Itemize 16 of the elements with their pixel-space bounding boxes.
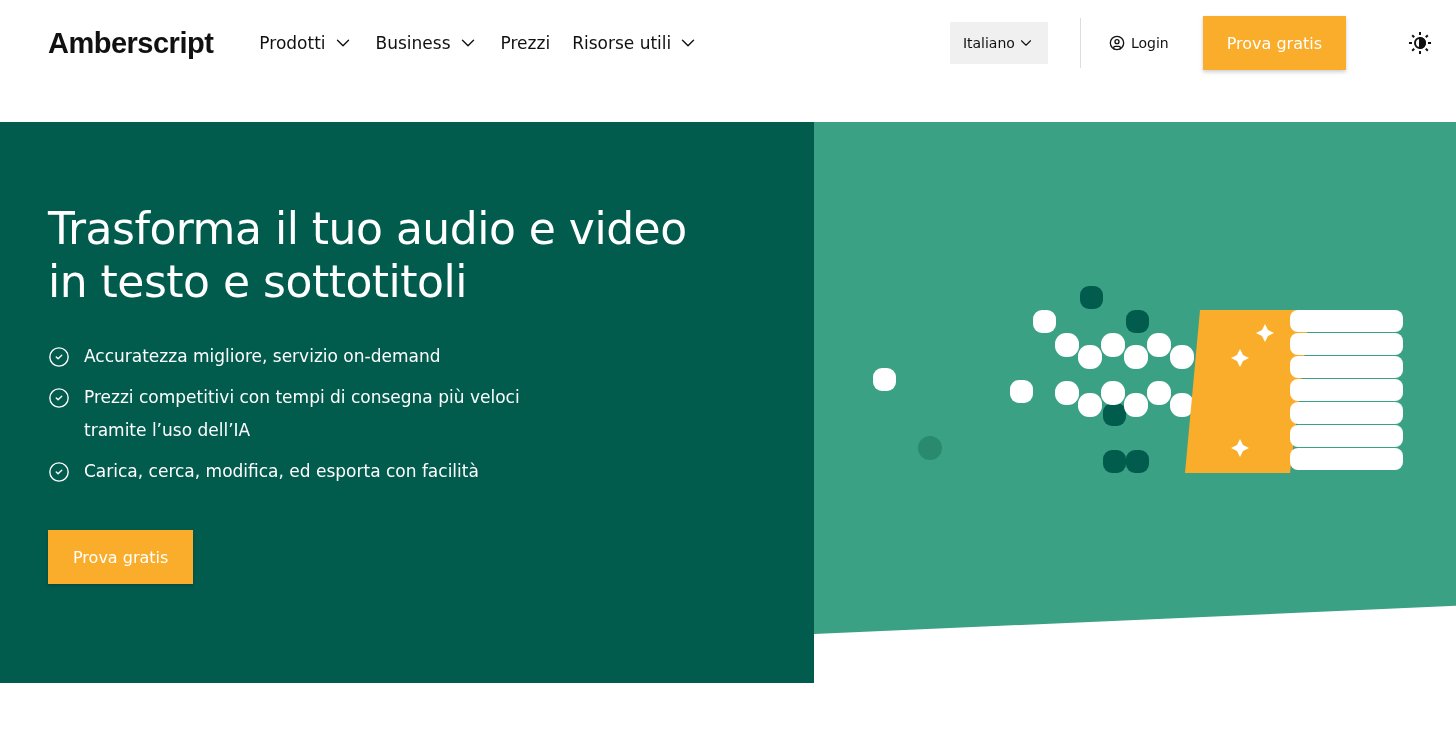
- language-select[interactable]: Italiano: [949, 22, 1048, 64]
- check-circle-icon: [48, 387, 70, 409]
- theme-toggle-icon[interactable]: [1408, 31, 1432, 55]
- hero-title: Trasforma il tuo audio e video in testo e sottotitoli: [48, 202, 688, 308]
- feature-text: Carica, cerca, modifica, ed esporta con facilità: [84, 460, 479, 483]
- nav-link[interactable]: Prodotti: [259, 32, 354, 54]
- nav-link[interactable]: Risorse utili: [572, 32, 700, 54]
- check-circle-icon: [48, 461, 70, 483]
- user-icon: [1108, 35, 1125, 51]
- logo[interactable]: Amberscript: [48, 26, 214, 60]
- feature-text: Prezzi competitivi con tempi di consegna più veloci tramite l’uso dell’IA: [84, 386, 520, 442]
- login-link[interactable]: Login: [1108, 35, 1169, 51]
- nav-link[interactable]: Business: [375, 32, 479, 54]
- nav-link[interactable]: Prezzi: [500, 32, 551, 54]
- check-circle-icon: [48, 346, 70, 368]
- feature-text: Accuratezza migliore, servizio on-demand: [84, 345, 441, 368]
